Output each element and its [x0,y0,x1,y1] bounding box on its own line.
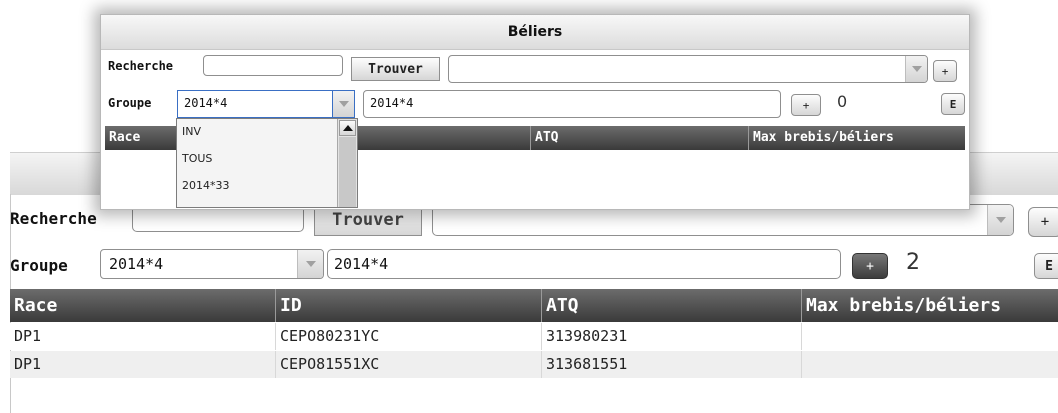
dropdown-scrollbar[interactable] [337,119,357,207]
front-group-name-input[interactable]: 2014*4 [363,90,781,118]
back-col-id[interactable]: ID [276,289,542,322]
dropdown-option[interactable]: 2014*33 [177,173,335,199]
chevron-down-icon [338,101,349,107]
front-col-atq[interactable]: ATQ [531,126,749,150]
chevron-down-icon [995,217,1006,223]
front-search-result-dropdown-arrow[interactable] [905,56,927,82]
table-row[interactable]: DP1 CEPO80231YC 313980231 [10,323,1058,350]
table-cell: 313980231 [542,323,802,350]
chevron-down-icon [911,66,922,72]
front-add-button-2[interactable]: + [791,94,821,116]
back-group-dropdown-arrow[interactable] [297,250,323,278]
back-col-race[interactable]: Race [10,289,276,322]
back-search-result-dropdown-arrow[interactable] [987,205,1013,235]
table-row[interactable]: DP1 CEPO81551XC 313681551 [10,351,1058,378]
front-search-label: Recherche [108,59,174,73]
front-group-dropdown-arrow[interactable] [332,91,354,117]
back-group-count: 2 [906,250,920,275]
front-group-count: 0 [837,92,848,111]
front-find-button[interactable]: Trouver [351,57,440,81]
back-col-max[interactable]: Max brebis/béliers [802,289,1058,322]
dropdown-option[interactable]: TOUS [177,146,335,172]
chevron-down-icon [305,261,316,267]
front-search-input[interactable] [203,55,343,76]
scroll-up-icon[interactable] [339,120,356,136]
back-add-button-2[interactable]: + [852,253,888,279]
table-cell: CEPO81551XC [276,351,542,378]
front-edit-button[interactable]: E [941,93,965,115]
back-add-button-1[interactable]: + [1028,207,1058,237]
front-group-label: Groupe [108,96,152,110]
back-table-header: Race ID ATQ Max brebis/béliers [10,289,1058,322]
dropdown-option[interactable]: INV [177,119,335,145]
front-search-result-select[interactable] [448,55,928,83]
back-col-atq[interactable]: ATQ [542,289,802,322]
front-group-select[interactable]: 2014*4 [177,90,355,118]
table-cell: DP1 [10,351,276,378]
group-dropdown-list[interactable]: INV TOUS 2014*33 [176,118,358,208]
back-search-label: Recherche [10,209,97,228]
table-cell: CEPO80231YC [276,323,542,350]
front-window-title: Béliers [101,15,969,50]
table-cell: DP1 [10,323,276,350]
table-cell: 313681551 [542,351,802,378]
back-edit-button[interactable]: E [1034,253,1058,279]
back-group-name-input[interactable]: 2014*4 [327,249,841,279]
back-group-select-value: 2014*4 [109,255,164,273]
front-group-select-value: 2014*4 [184,96,228,110]
back-group-label: Groupe [10,256,68,275]
table-cell [802,351,1058,378]
scrollbar-thumb[interactable] [339,137,356,207]
back-group-select[interactable]: 2014*4 [100,249,324,279]
front-add-button-1[interactable]: + [933,60,957,82]
front-col-max[interactable]: Max brebis/béliers [749,126,965,150]
table-cell [802,323,1058,350]
